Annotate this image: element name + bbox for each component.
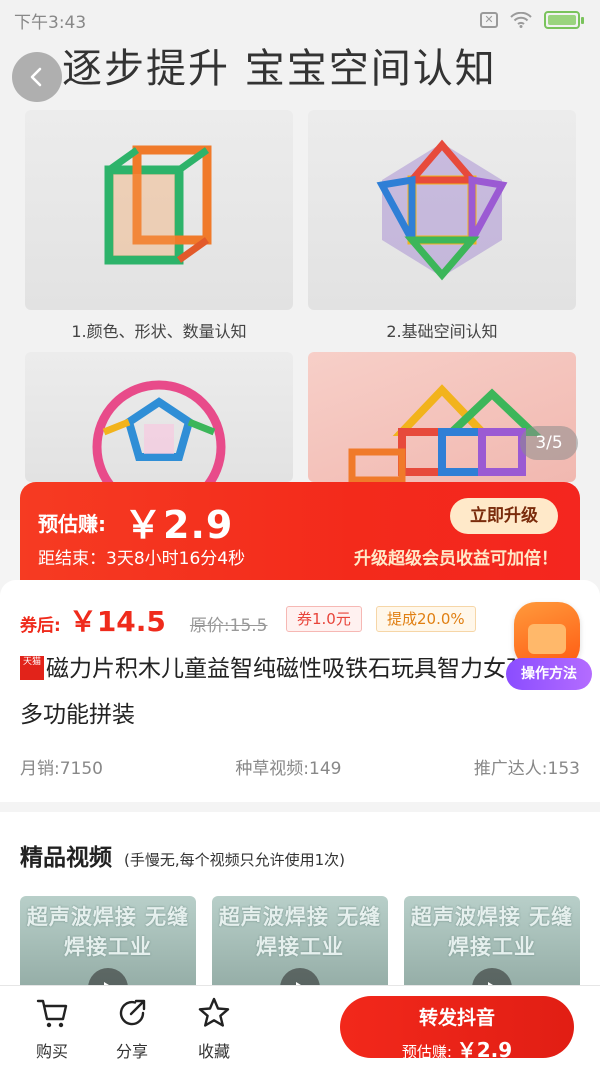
promo-estimate-value: ￥2.9 <box>124 503 234 547</box>
videos-note: (手慢无,每个视频只允许使用1次) <box>124 851 346 869</box>
coupon-price: ￥14.5 <box>68 605 166 638</box>
howto-label: 操作方法 <box>506 658 592 690</box>
gallery-page-indicator: 3/5 <box>520 426 578 460</box>
toy-card-1 <box>25 110 293 310</box>
howto-button[interactable]: 操作方法 <box>506 602 592 698</box>
cta-title: 转发抖音 <box>418 1007 495 1029</box>
share-label: 分享 <box>115 1042 148 1061</box>
share-icon <box>119 999 146 1026</box>
cta-estimate-label: 预估赚: <box>401 1043 452 1061</box>
commission-tag: 提成20.0% <box>376 606 476 632</box>
favorite-button[interactable]: 收藏 <box>184 996 244 1062</box>
wifi-icon <box>510 12 532 28</box>
videos-header: 精品视频 (手慢无,每个视频只允许使用1次) <box>20 838 345 872</box>
tmall-badge-icon: 天猫 <box>20 655 44 680</box>
toy-card-1-caption: 1.颜色、形状、数量认知 <box>71 322 247 341</box>
status-icons: ✕ <box>480 11 584 29</box>
video-caption: 超声波焊接 无缝焊接工业 <box>410 905 574 959</box>
promo-estimate-label: 预估赚: <box>38 512 106 536</box>
video-caption: 超声波焊接 无缝焊接工业 <box>26 905 190 959</box>
status-bar: 下午3:43 ✕ <box>0 0 600 40</box>
toy-card-3 <box>25 352 293 482</box>
cart-icon <box>36 999 68 1028</box>
buy-button[interactable]: 购买 <box>22 996 82 1062</box>
hero-gallery[interactable]: 逐步提升 宝宝空间认知 1.颜色、形状、数量认知 2.基础空间认知 3/5 <box>0 0 600 520</box>
monthly-sales: 月销:7150 <box>20 759 103 779</box>
back-button[interactable] <box>12 52 62 102</box>
bottom-action-bar: 购买 分享 收藏 转发抖音 预估赚: ￥2.9 <box>0 985 600 1067</box>
promo-countdown: 距结束：3天8小时16分4秒 <box>38 549 246 569</box>
favorite-label: 收藏 <box>197 1042 230 1061</box>
coupon-price-label: 券后: <box>20 616 61 636</box>
cta-subtitle: 预估赚: ￥2.9 <box>340 1034 574 1063</box>
coupon-tag: 券1.0元 <box>286 606 362 632</box>
toy-house-image <box>308 352 576 482</box>
toy-sphere-image <box>25 352 293 482</box>
toy-card-2-caption: 2.基础空间认知 <box>386 322 498 341</box>
chevron-left-icon <box>30 67 42 87</box>
product-title-text: 磁力片积木儿童益智纯磁性吸铁石玩具智力女孩动脑多功能拼装 <box>20 656 575 728</box>
sim-x-icon: ✕ <box>480 12 498 28</box>
status-time: 下午3:43 <box>14 12 87 33</box>
cta-estimate-value: ￥2.9 <box>456 1038 513 1062</box>
buy-label: 购买 <box>35 1042 68 1061</box>
promo-slogan: 升级超级会员收益可加倍！ <box>354 549 558 569</box>
product-detail-screen: 逐步提升 宝宝空间认知 1.颜色、形状、数量认知 2.基础空间认知 3/5 下午… <box>0 0 600 1067</box>
original-price: 原价:15.5 <box>189 616 268 636</box>
stats-row: 月销:7150 种草视频:149 推广达人:153 <box>20 754 580 779</box>
star-icon <box>198 997 230 1027</box>
toy-card-4 <box>308 352 576 482</box>
product-title: 天猫 磁力片积木儿童益智纯磁性吸铁石玩具智力女孩动脑多功能拼装 <box>20 646 580 738</box>
forward-douyin-button[interactable]: 转发抖音 预估赚: ￥2.9 <box>340 996 574 1062</box>
hero-title: 逐步提升 宝宝空间认知 <box>62 46 497 92</box>
videos-title: 精品视频 <box>20 845 112 871</box>
seed-videos-count: 种草视频:149 <box>235 759 342 779</box>
share-button[interactable]: 分享 <box>102 996 162 1062</box>
price-row: 券后: ￥14.5 原价:15.5 <box>20 600 268 640</box>
toy-ball-image <box>308 110 576 310</box>
upgrade-button[interactable]: 立即升级 <box>450 498 558 534</box>
promo-banner: 预估赚: ￥2.9 距结束：3天8小时16分4秒 立即升级 升级超级会员收益可加… <box>20 482 580 582</box>
promoters-count: 推广达人:153 <box>473 759 580 779</box>
toy-cube-image <box>25 110 293 310</box>
video-caption: 超声波焊接 无缝焊接工业 <box>218 905 382 959</box>
toy-card-2 <box>308 110 576 310</box>
battery-charging-icon <box>544 11 584 29</box>
